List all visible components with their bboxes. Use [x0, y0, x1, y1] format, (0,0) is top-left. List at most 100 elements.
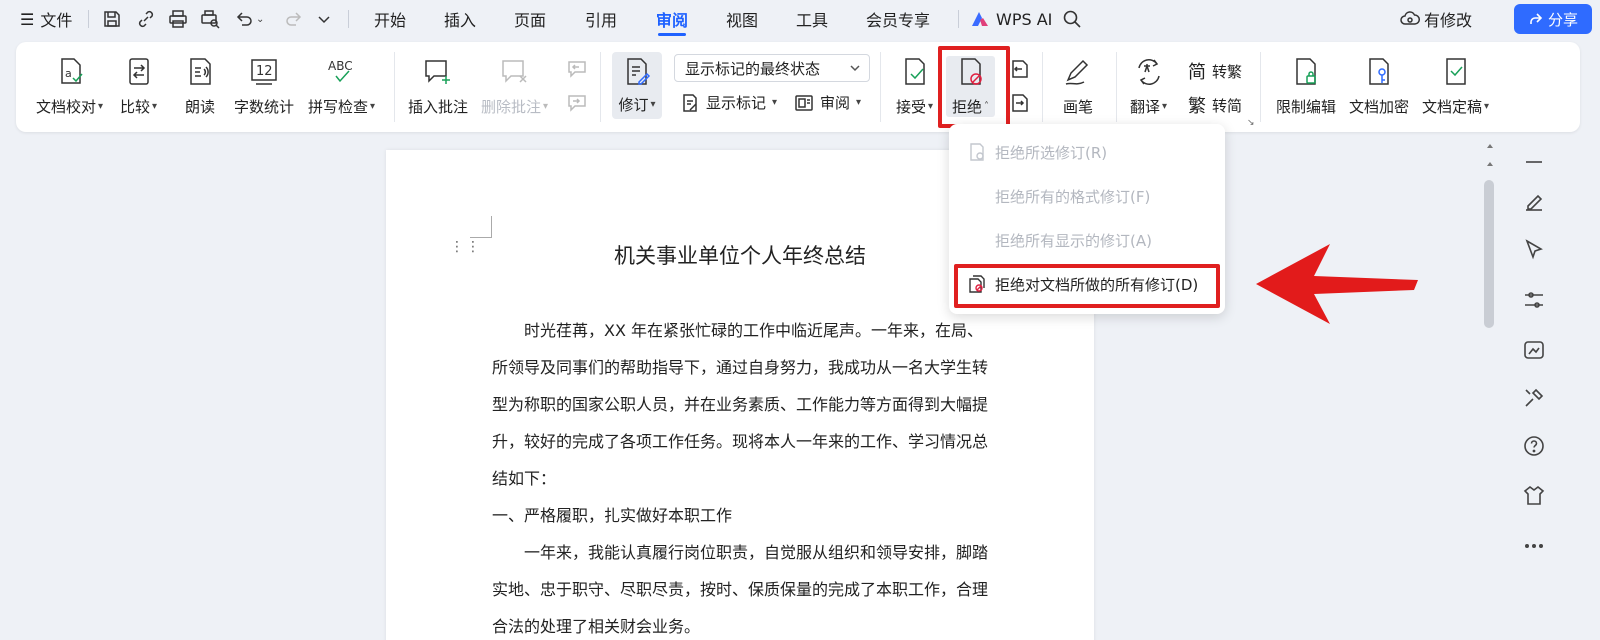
review-pane-label: 审阅 — [820, 94, 851, 112]
read-aloud-button[interactable]: 朗读 — [184, 56, 216, 117]
scrollbar-thumb[interactable] — [1484, 180, 1494, 328]
right-toolbar — [1508, 140, 1558, 640]
tab-review[interactable]: 审阅 — [656, 0, 688, 38]
collapse-icon[interactable] — [1522, 150, 1546, 174]
to-traditional-button[interactable]: 简 转繁 — [1188, 58, 1242, 84]
next-change-icon[interactable] — [1008, 92, 1030, 114]
sliders-icon[interactable] — [1522, 288, 1546, 312]
delete-comment-icon — [501, 60, 527, 83]
prev-change-icon[interactable] — [1008, 58, 1030, 80]
pen-button[interactable]: 画笔 — [1062, 56, 1094, 117]
insert-comment-label: 插入批注 — [408, 98, 469, 116]
link-icon[interactable] — [136, 0, 156, 38]
next-comment-icon[interactable] — [566, 92, 588, 114]
svg-text:a: a — [65, 67, 72, 80]
tab-references[interactable]: 引用 — [585, 0, 617, 38]
proofread-button[interactable]: a 文档校对 ▾ — [36, 56, 103, 117]
chevron-down-icon: ▾ — [370, 101, 376, 112]
print-preview-icon[interactable] — [200, 0, 220, 38]
chevron-down-icon: ▾ — [1162, 101, 1168, 112]
more-dropdown-icon[interactable] — [314, 0, 334, 38]
svg-text:12: 12 — [256, 64, 273, 79]
print-icon[interactable] — [168, 0, 188, 38]
prev-comment-icon[interactable] — [566, 58, 588, 80]
drag-handle-icon[interactable]: ⋮⋮ — [450, 240, 482, 254]
share-label: 分享 — [1547, 10, 1578, 29]
tab-view[interactable]: 视图 — [726, 0, 758, 38]
pointer-icon[interactable] — [1522, 238, 1546, 262]
proofread-label: 文档校对 — [36, 98, 97, 116]
modify-status[interactable]: 有修改 — [1400, 0, 1472, 38]
word-count-button[interactable]: 12 字数统计 — [234, 56, 294, 117]
edit-pen-icon[interactable] — [1522, 190, 1546, 214]
tab-home[interactable]: 开始 — [374, 0, 406, 38]
track-changes-icon — [627, 58, 651, 85]
wps-ai-button[interactable]: WPS AI — [970, 0, 1052, 38]
file-menu[interactable]: ☰ 文件 — [20, 0, 72, 38]
reject-doc-icon — [970, 143, 984, 161]
pen-icon — [1065, 59, 1089, 85]
tab-member[interactable]: 会员专享 — [866, 0, 930, 38]
scroll-up-icon[interactable] — [1482, 140, 1498, 170]
help-icon[interactable] — [1522, 434, 1546, 458]
review-pane-icon — [795, 94, 813, 111]
insert-comment-button[interactable]: 插入批注 — [408, 56, 468, 117]
tab-insert[interactable]: 插入 — [444, 0, 476, 38]
delete-comment-button[interactable]: 删除批注 ▾ — [481, 56, 548, 117]
tools-icon[interactable] — [1522, 386, 1546, 410]
undo-button[interactable]: ⌄ — [234, 0, 264, 38]
reject-highlight-box — [938, 46, 1010, 128]
show-markup-button[interactable]: 显示标记 ▾ — [680, 92, 777, 113]
chevron-down-icon: ▾ — [772, 97, 778, 108]
share-button[interactable]: 分享 — [1514, 4, 1592, 34]
cloud-sync-icon — [1400, 11, 1420, 25]
accept-label: 接受 — [896, 98, 927, 116]
show-markup-icon — [683, 93, 697, 112]
image-edit-icon[interactable] — [1522, 338, 1546, 362]
chevron-down-icon — [850, 65, 860, 72]
share-icon — [1530, 13, 1543, 24]
to-simplified-label: 转简 — [1212, 96, 1243, 115]
track-changes-button[interactable]: 修订 ▾ — [612, 52, 662, 119]
document-heading: 一、严格履职，扎实做好本职工作 — [492, 506, 733, 525]
track-changes-label: 修订 — [618, 96, 649, 114]
translate-button[interactable]: 翻译 ▾ — [1130, 56, 1167, 117]
save-icon[interactable] — [102, 0, 122, 38]
encrypt-button[interactable]: 文档加密 — [1349, 56, 1409, 117]
compare-button[interactable]: 比较 ▾ — [120, 56, 157, 117]
finalize-button[interactable]: 文档定稿 ▾ — [1422, 56, 1489, 117]
wps-ai-logo-icon — [972, 12, 988, 26]
spell-check-button[interactable]: ABC 拼写检查 ▾ — [308, 56, 375, 117]
markup-state-select[interactable]: 显示标记的最终状态 — [674, 54, 870, 82]
chevron-down-icon: ▾ — [1484, 101, 1490, 112]
document-paragraph: 时光荏苒，XX 年在紧张忙碌的工作中临近尾声。一年来，在局、所领导及同事们的帮助… — [492, 321, 989, 488]
tab-page[interactable]: 页面 — [514, 0, 546, 38]
to-simplified-button[interactable]: 繁 转简 — [1188, 92, 1242, 118]
chevron-down-icon: ▾ — [928, 101, 934, 112]
ribbon-expand-icon[interactable]: ↘ — [1247, 118, 1255, 128]
menu-reject-shown[interactable]: 拒绝所有显示的修订(A) — [949, 220, 1225, 260]
svg-text:ABC: ABC — [328, 59, 353, 73]
tab-tools[interactable]: 工具 — [796, 0, 828, 38]
reject-all-highlight-box — [954, 264, 1220, 308]
document-paragraph: 一年来，我能认真履行岗位职责，自觉服从组织和领导安排，脚踏实地、忠于职守、尽职尽… — [492, 543, 989, 636]
chevron-down-icon: ▾ — [152, 101, 158, 112]
skin-icon[interactable] — [1522, 484, 1546, 508]
chevron-down-icon: ▾ — [98, 101, 104, 112]
chevron-down-icon: ▾ — [650, 99, 656, 110]
page-corner-mark — [470, 216, 492, 238]
menu-reject-selected-label: 拒绝所选修订(R) — [995, 143, 1108, 162]
read-aloud-icon — [190, 58, 211, 85]
more-icon[interactable] — [1522, 534, 1546, 558]
accept-button[interactable]: 接受 ▾ — [896, 56, 933, 117]
redo-button[interactable] — [284, 0, 304, 38]
menu-reject-format[interactable]: 拒绝所有的格式修订(F) — [949, 176, 1225, 216]
simplified-char-icon: 繁 — [1188, 96, 1206, 117]
search-icon[interactable] — [1062, 0, 1082, 38]
red-arrow-annotation — [1256, 244, 1418, 324]
review-pane-button[interactable]: 审阅 ▾ — [794, 92, 861, 113]
menu-reject-selected[interactable]: 拒绝所选修订(R) — [949, 132, 1225, 172]
to-traditional-label: 转繁 — [1212, 62, 1243, 81]
word-count-icon: 12 — [251, 59, 277, 85]
restrict-edit-button[interactable]: 限制编辑 — [1276, 56, 1336, 117]
